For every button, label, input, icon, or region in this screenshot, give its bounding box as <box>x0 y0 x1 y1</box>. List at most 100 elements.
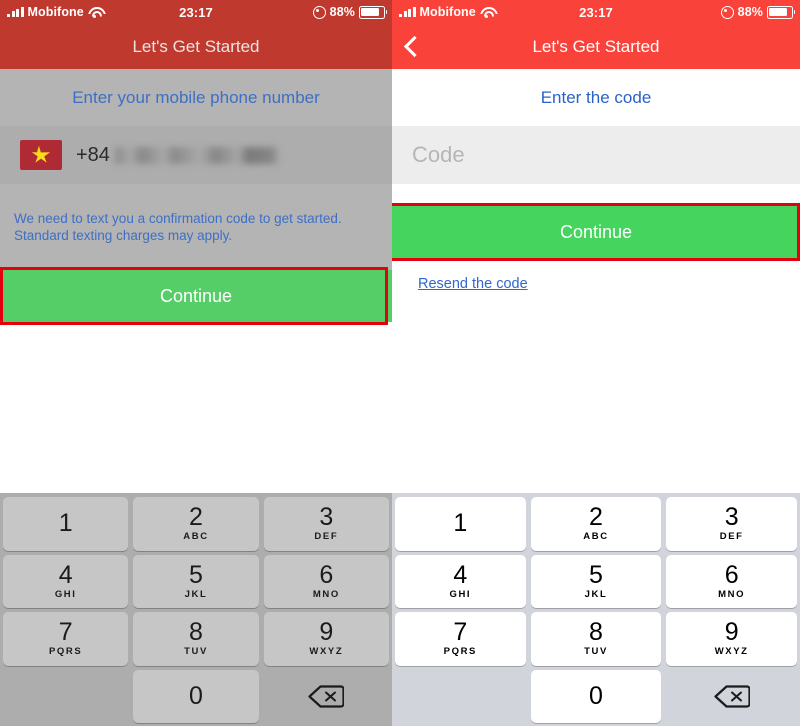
key-letters: ABC <box>183 531 209 543</box>
key-0[interactable]: 0 <box>133 669 259 723</box>
backspace-delete-icon <box>714 684 750 709</box>
key-letters: DEF <box>719 531 744 543</box>
status-bar: Mobifone 23:17 88% <box>0 0 392 24</box>
right-heading: Enter the code <box>392 69 800 126</box>
key-6[interactable]: 6 MNO <box>666 554 797 608</box>
key-letters: GHI <box>54 588 77 600</box>
key-digit: 5 <box>189 560 203 589</box>
left-help-text: We need to text you a confirmation code … <box>0 184 392 244</box>
key-letters: WXYZ <box>714 646 749 658</box>
key-digit: 6 <box>319 560 334 589</box>
left-continue-button[interactable]: Continue <box>0 270 392 322</box>
orientation-lock-icon <box>720 5 734 19</box>
key-digit: 9 <box>724 618 739 647</box>
phone-number-value-blurred[interactable] <box>111 146 280 164</box>
key-4[interactable]: 4 GHI <box>395 554 526 608</box>
key-2[interactable]: 2 ABC <box>133 497 259 551</box>
battery-icon <box>359 5 388 19</box>
key-digit: 0 <box>189 681 203 710</box>
key-letters: PQRS <box>49 646 83 658</box>
key-5[interactable]: 5 JKL <box>530 554 662 608</box>
key-digit: 7 <box>453 618 468 647</box>
dial-code-label: +84 <box>76 143 110 166</box>
key-letters: TUV <box>584 646 608 658</box>
status-bar-right: 88% <box>312 5 388 19</box>
key-4[interactable]: 4 GHI <box>3 554 129 608</box>
key-delete[interactable] <box>666 670 797 724</box>
key-letters: DEF <box>314 531 339 543</box>
key-digit: 9 <box>319 618 334 647</box>
backspace-delete-icon <box>308 684 345 709</box>
key-letters: TUV <box>184 646 208 658</box>
left-heading: Enter your mobile phone number <box>0 69 392 126</box>
keypad-blank-cell <box>395 670 526 724</box>
key-letters: MNO <box>312 588 340 600</box>
key-digit: 4 <box>58 560 73 589</box>
key-digit: 2 <box>589 503 603 532</box>
key-1[interactable]: 1 <box>3 497 129 551</box>
right-continue-button[interactable]: Continue <box>392 206 800 258</box>
key-digit: 1 <box>453 509 468 538</box>
status-bar: Mobifone 23:17 88% <box>392 0 800 24</box>
key-3[interactable]: 3 DEF <box>263 497 389 551</box>
key-digit: 3 <box>319 503 334 532</box>
battery-icon <box>767 5 796 19</box>
left-numeric-keypad: 1 2 ABC 3 DEF 4 GHI 5 JKL 6 MNO 7 PQRS 8 TUV 9W… <box>0 493 392 726</box>
key-letters: JKL <box>184 588 208 600</box>
left-help-text-line1: We need to text you a confirmation code … <box>14 211 342 226</box>
key-7[interactable]: 7 PQRS <box>395 612 526 666</box>
key-8[interactable]: 8 TUV <box>530 612 662 666</box>
key-letters: MNO <box>718 588 746 600</box>
key-6[interactable]: 6 MNO <box>263 554 389 608</box>
code-input-row[interactable]: Code <box>392 126 800 184</box>
key-letters: GHI <box>449 588 472 600</box>
right-nav-bar: Let's Get Started <box>392 24 800 69</box>
key-letters: PQRS <box>443 646 477 658</box>
key-letters: WXYZ <box>309 646 344 658</box>
back-chevron-icon <box>403 35 425 58</box>
key-digit: 5 <box>589 560 603 589</box>
left-continue-wrapper: Continue <box>0 267 392 325</box>
right-continue-wrapper: Continue <box>392 203 800 261</box>
right-phone-screen: Mobifone 23:17 88% Let's Get Started Ent… <box>392 0 800 726</box>
left-nav-title: Let's Get Started <box>132 36 260 56</box>
key-digit: 8 <box>589 618 603 647</box>
right-app-body: Enter the code Code Continue Resend the … <box>392 69 800 293</box>
key-digit: 6 <box>724 560 739 589</box>
code-input-placeholder: Code <box>412 142 465 167</box>
orientation-lock-icon <box>312 5 326 19</box>
key-5[interactable]: 5 JKL <box>133 554 259 608</box>
key-letters: JKL <box>584 588 608 600</box>
key-9[interactable]: 9 WXYZ <box>263 612 389 666</box>
key-digit: 3 <box>724 503 739 532</box>
key-digit: 2 <box>189 503 203 532</box>
right-numeric-keypad: 1 2 ABC 3 DEF 4 GHI 5 JKL 6 MNO 7 PQRS 8 TUV 9W… <box>392 493 800 726</box>
key-digit: 4 <box>453 560 468 589</box>
key-letters: ABC <box>583 531 609 543</box>
key-8[interactable]: 8 TUV <box>133 612 259 666</box>
key-3[interactable]: 3 DEF <box>666 497 797 551</box>
key-0[interactable]: 0 <box>530 669 662 723</box>
key-9[interactable]: 9 WXYZ <box>666 612 797 666</box>
dual-screenshot-container: Mobifone 23:17 88% Let's Get Started Ent… <box>0 0 800 726</box>
key-1[interactable]: 1 <box>395 497 526 551</box>
key-digit: 8 <box>189 618 203 647</box>
keypad-blank-cell <box>3 670 128 724</box>
phone-number-input-row[interactable]: +84 <box>0 126 392 184</box>
left-nav-bar: Let's Get Started <box>0 24 392 69</box>
left-phone-screen: Mobifone 23:17 88% Let's Get Started Ent… <box>0 0 392 726</box>
vietnam-flag-icon[interactable] <box>20 140 62 170</box>
battery-percent-label: 88% <box>737 5 763 19</box>
resend-code-link[interactable]: Resend the code <box>392 258 528 292</box>
key-7[interactable]: 7 PQRS <box>3 612 129 666</box>
left-app-body: Enter your mobile phone number +84 We ne… <box>0 69 392 325</box>
key-digit: 7 <box>58 618 73 647</box>
back-button[interactable] <box>401 34 427 60</box>
right-nav-title: Let's Get Started <box>532 36 660 56</box>
key-delete[interactable] <box>264 670 389 724</box>
key-digit: 0 <box>589 681 603 710</box>
battery-percent-label: 88% <box>329 5 355 19</box>
status-bar-right: 88% <box>720 5 796 19</box>
key-2[interactable]: 2 ABC <box>530 497 662 551</box>
left-help-text-line2: Standard texting charges may apply. <box>14 228 233 243</box>
